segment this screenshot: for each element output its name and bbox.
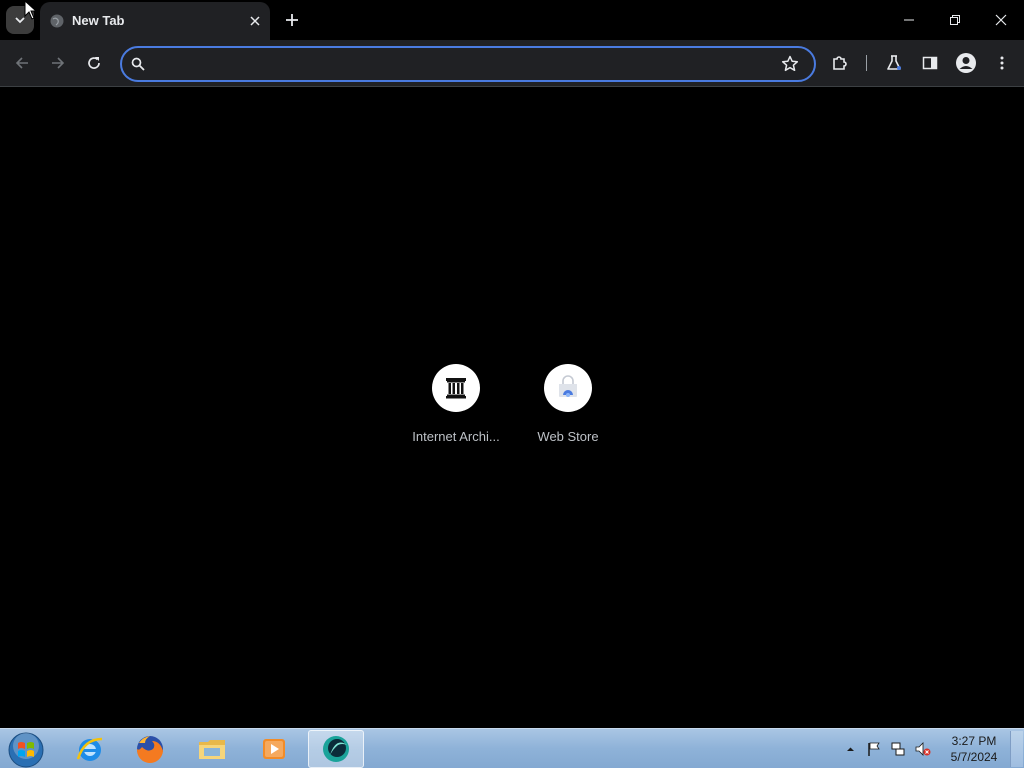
internet-archive-icon: [446, 378, 466, 399]
tab-new-tab[interactable]: New Tab: [40, 2, 270, 40]
menu-button[interactable]: [990, 51, 1014, 75]
mouse-cursor-icon: [24, 0, 38, 20]
toolbar-divider: [866, 55, 867, 71]
internet-explorer-icon: [76, 737, 103, 761]
arrow-right-icon: [52, 57, 65, 69]
globe-icon: [50, 14, 64, 28]
shortcut-web-store[interactable]: Web Store: [512, 363, 624, 453]
start-button[interactable]: [7, 731, 45, 768]
address-input[interactable]: [152, 53, 776, 77]
chevron-up-icon: [846, 747, 854, 751]
more-vert-icon: [1000, 56, 1004, 70]
close-icon: [250, 16, 260, 26]
arrow-left-icon: [15, 57, 28, 69]
address-bar[interactable]: [120, 46, 816, 82]
chrome-beta-icon: [323, 736, 349, 762]
show-desktop-button[interactable]: [1010, 731, 1023, 767]
show-hidden-icons-button[interactable]: [842, 729, 858, 768]
close-tab-button[interactable]: [246, 12, 264, 30]
shortcut-label: Web Store: [537, 429, 599, 444]
forward-button[interactable]: [46, 51, 70, 75]
shortcut-internet-archive[interactable]: Internet Archi...: [400, 363, 512, 453]
taskbar: 3:27 PM 5/7/2024: [0, 728, 1024, 768]
new-tab-page: Internet Archi... Web Store: [0, 87, 1024, 728]
browser-toolbar: [0, 40, 1024, 87]
restore-button[interactable]: [932, 0, 978, 40]
flag-icon: [868, 742, 880, 756]
folder-icon: [199, 740, 225, 759]
shortcut-icon-container: [544, 364, 592, 412]
back-button[interactable]: [10, 51, 34, 75]
puzzle-piece-icon: [833, 56, 847, 70]
taskbar-internet-explorer[interactable]: [62, 730, 118, 768]
taskbar-windows-explorer[interactable]: [184, 730, 240, 768]
clock-time: 3:27 PM: [951, 734, 997, 748]
tab-title: New Tab: [72, 13, 125, 28]
close-window-button[interactable]: [978, 0, 1024, 40]
side-panel-button[interactable]: [918, 51, 942, 75]
extensions-button[interactable]: [828, 51, 852, 75]
labs-button[interactable]: [882, 51, 906, 75]
minimize-button[interactable]: [886, 0, 932, 40]
tab-strip: New Tab: [0, 0, 1024, 40]
search-icon: [131, 57, 145, 71]
reload-icon: [88, 57, 100, 69]
side-panel-icon: [922, 56, 938, 70]
new-tab-button[interactable]: [281, 9, 303, 31]
bookmark-star-icon[interactable]: [780, 54, 800, 74]
network-icon: [891, 742, 905, 756]
profile-button[interactable]: [954, 51, 978, 75]
taskbar-chrome-beta[interactable]: [308, 730, 364, 768]
avatar-icon: [956, 53, 976, 73]
clock-date: 5/7/2024: [950, 750, 998, 764]
action-center-tray-icon[interactable]: [864, 729, 884, 768]
media-player-icon: [263, 739, 285, 759]
minimize-icon: [904, 19, 914, 21]
flask-icon: [887, 55, 901, 70]
reload-button[interactable]: [82, 51, 106, 75]
volume-tray-icon[interactable]: [912, 729, 934, 768]
taskbar-firefox[interactable]: [122, 730, 178, 768]
windows-logo-icon: [8, 732, 44, 768]
firefox-icon: [136, 736, 163, 764]
restore-icon: [950, 15, 960, 25]
close-icon: [995, 14, 1007, 26]
screen: New Tab Internet Archi... Web Store 3:27…: [0, 0, 1024, 768]
shortcut-icon-container: [432, 364, 480, 412]
taskbar-clock[interactable]: 3:27 PM 5/7/2024: [944, 733, 1004, 765]
shortcut-label: Internet Archi...: [412, 429, 500, 444]
taskbar-media-player[interactable]: [246, 730, 302, 768]
web-store-icon: [559, 375, 577, 397]
plus-icon: [286, 14, 298, 26]
network-tray-icon[interactable]: [888, 729, 908, 768]
volume-muted-icon: [915, 742, 931, 756]
